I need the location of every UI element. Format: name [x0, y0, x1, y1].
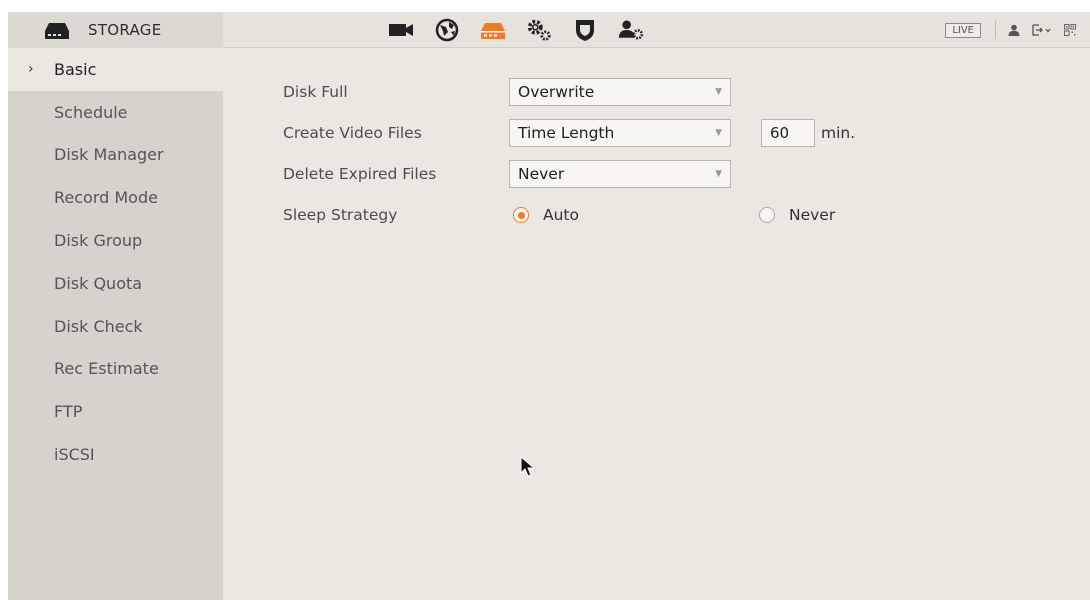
chevron-right-icon: › [28, 61, 34, 78]
delete-expired-files-value: Never [518, 165, 565, 183]
sidebar-item-rec-estimate[interactable]: Rec Estimate [8, 348, 223, 391]
radio-unselected-icon [759, 207, 775, 223]
sidebar-item-schedule[interactable]: Schedule [8, 91, 223, 134]
disk-full-value: Overwrite [518, 83, 595, 101]
sidebar-item-label: Rec Estimate [54, 359, 159, 379]
sidebar-item-ftp[interactable]: FTP [8, 390, 223, 433]
time-length-unit: min. [821, 124, 856, 142]
dropdown-arrow-icon: ▼ [715, 169, 722, 179]
sidebar: › Basic Schedule Disk Manager Record Mod… [8, 48, 223, 600]
storage-title-icon [44, 20, 70, 40]
sleep-strategy-label: Sleep Strategy [283, 206, 398, 224]
sleep-never-label: Never [789, 206, 836, 224]
dropdown-arrow-icon: ▼ [715, 128, 722, 138]
top-bar: STORAGE LIVE [8, 12, 1090, 48]
account-settings-icon[interactable] [618, 17, 644, 43]
sidebar-item-label: Disk Group [54, 231, 143, 251]
time-length-input[interactable]: 60 [761, 119, 815, 147]
camera-icon[interactable] [388, 17, 414, 43]
sidebar-item-disk-group[interactable]: Disk Group [8, 219, 223, 262]
mouse-pointer-icon [520, 455, 536, 482]
sidebar-item-disk-check[interactable]: Disk Check [8, 305, 223, 348]
page-title: STORAGE [88, 21, 162, 39]
sidebar-item-label: iSCSI [54, 445, 95, 465]
create-video-files-label: Create Video Files [283, 124, 422, 142]
user-icon[interactable] [1008, 24, 1020, 36]
logout-icon[interactable] [1032, 24, 1052, 36]
sidebar-item-iscsi[interactable]: iSCSI [8, 433, 223, 476]
delete-expired-files-row: Delete Expired Files Never ▼ [283, 160, 731, 188]
sidebar-item-disk-quota[interactable]: Disk Quota [8, 262, 223, 305]
title-area: STORAGE [8, 12, 223, 48]
security-shield-icon[interactable] [572, 17, 598, 43]
sidebar-item-label: Disk Check [54, 316, 143, 336]
sleep-never-radio[interactable]: Never [759, 206, 835, 224]
sleep-strategy-row: Sleep Strategy Auto Never [283, 201, 835, 229]
disk-full-label: Disk Full [283, 83, 348, 101]
sidebar-item-label: FTP [54, 402, 83, 422]
network-icon[interactable] [434, 17, 460, 43]
sidebar-item-label: Schedule [54, 102, 128, 122]
toolbar-divider [995, 21, 996, 39]
create-video-files-row: Create Video Files Time Length ▼ 60 min. [283, 119, 855, 147]
sidebar-item-label: Disk Quota [54, 273, 143, 293]
sidebar-item-record-mode[interactable]: Record Mode [8, 176, 223, 219]
radio-selected-icon [513, 207, 529, 223]
app-window: STORAGE LIVE › Basic Schedule Disk Manag… [8, 12, 1090, 600]
storage-icon[interactable] [480, 17, 506, 43]
right-toolbar: LIVE [945, 12, 1076, 48]
sidebar-item-label: Record Mode [54, 188, 158, 208]
sleep-auto-label: Auto [543, 206, 579, 224]
disk-full-select[interactable]: Overwrite ▼ [509, 78, 731, 106]
sleep-auto-radio[interactable]: Auto [513, 206, 579, 224]
delete-expired-files-select[interactable]: Never ▼ [509, 160, 731, 188]
sidebar-item-label: Disk Manager [54, 145, 164, 165]
create-video-files-select[interactable]: Time Length ▼ [509, 119, 731, 147]
sidebar-item-disk-manager[interactable]: Disk Manager [8, 134, 223, 177]
main-nav [388, 12, 664, 48]
disk-full-row: Disk Full Overwrite ▼ [283, 78, 731, 106]
delete-expired-files-label: Delete Expired Files [283, 165, 437, 183]
create-video-files-value: Time Length [518, 124, 615, 142]
time-length-value: 60 [770, 124, 790, 142]
system-settings-icon[interactable] [526, 17, 552, 43]
dropdown-arrow-icon: ▼ [715, 87, 722, 97]
qr-code-icon[interactable] [1064, 24, 1076, 36]
live-button[interactable]: LIVE [945, 22, 981, 38]
sidebar-item-basic[interactable]: › Basic [8, 48, 223, 91]
sidebar-item-label: Basic [54, 59, 97, 79]
